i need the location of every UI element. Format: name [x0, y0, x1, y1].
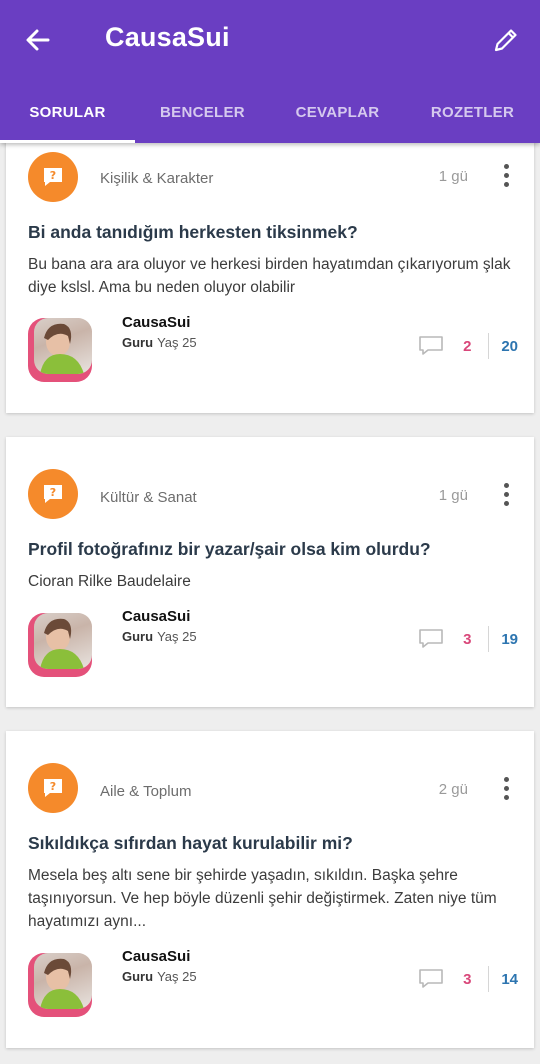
svg-text:?: ?	[50, 169, 56, 182]
comment-count[interactable]: 3	[458, 971, 476, 988]
post-card[interactable]: ? Kültür & Sanat 1 gü Profil fotoğrafını…	[6, 437, 534, 707]
author-rank: Guru	[122, 969, 154, 984]
post-stats: 2 20	[418, 332, 518, 360]
post-stats: 3 19	[418, 625, 518, 653]
app-bar: CausaSui SORULAR BENCELER CEVAPLAR ROZET…	[0, 0, 540, 143]
post-time: 1 gü	[438, 168, 468, 185]
post-body[interactable]: Cioran Rilke Baudelaire	[28, 570, 518, 593]
tab-sorular[interactable]: SORULAR	[0, 82, 135, 143]
author-rank: Guru	[122, 629, 154, 644]
comment-icon[interactable]	[418, 968, 444, 990]
page-title: CausaSui	[105, 22, 230, 52]
author-name[interactable]: CausaSui	[122, 314, 190, 331]
stats-divider	[488, 966, 490, 992]
post-body[interactable]: Mesela beş altı sene bir şehirde yaşadın…	[28, 864, 518, 933]
question-icon: ?	[28, 763, 78, 813]
comment-count[interactable]: 2	[458, 338, 476, 355]
post-category[interactable]: Aile & Toplum	[100, 783, 191, 800]
stats-divider	[488, 333, 490, 359]
author-rank: Guru	[122, 335, 154, 350]
author-meta: Guru Yaş 25	[122, 629, 197, 644]
tab-cevaplar[interactable]: CEVAPLAR	[270, 82, 405, 143]
vote-count[interactable]: 14	[501, 971, 518, 988]
author-name[interactable]: CausaSui	[122, 948, 190, 965]
author-age: Yaş 25	[157, 969, 197, 984]
more-options-icon[interactable]	[500, 777, 512, 803]
tab-bar: SORULAR BENCELER CEVAPLAR ROZETLER	[0, 82, 540, 143]
post-time: 1 gü	[438, 487, 468, 504]
comment-icon[interactable]	[418, 335, 444, 357]
post-body[interactable]: Bu bana ara ara oluyor ve herkesi birden…	[28, 253, 518, 299]
tab-benceler[interactable]: BENCELER	[135, 82, 270, 143]
author-meta: Guru Yaş 25	[122, 969, 197, 984]
svg-text:?: ?	[50, 486, 56, 499]
vote-count[interactable]: 20	[501, 338, 518, 355]
more-options-icon[interactable]	[500, 164, 512, 190]
avatar[interactable]	[28, 613, 92, 677]
tab-rozetler[interactable]: ROZETLER	[405, 82, 540, 143]
post-time: 2 gü	[438, 781, 468, 798]
avatar[interactable]	[28, 318, 92, 382]
vote-count[interactable]: 19	[501, 631, 518, 648]
svg-text:?: ?	[50, 780, 56, 793]
author-age: Yaş 25	[157, 629, 197, 644]
back-arrow-icon[interactable]	[22, 24, 54, 56]
post-stats: 3 14	[418, 965, 518, 993]
stats-divider	[488, 626, 490, 652]
author-age: Yaş 25	[157, 335, 197, 350]
author-meta: Guru Yaş 25	[122, 335, 197, 350]
question-icon: ?	[28, 152, 78, 202]
comment-icon[interactable]	[418, 628, 444, 650]
avatar[interactable]	[28, 953, 92, 1017]
post-title[interactable]: Bi anda tanıdığım herkesten tiksinmek?	[28, 222, 358, 243]
post-card[interactable]: ? Kişilik & Karakter 1 gü Bi anda tanıdı…	[6, 140, 534, 413]
post-category[interactable]: Kültür & Sanat	[100, 489, 197, 506]
question-icon: ?	[28, 469, 78, 519]
author-name[interactable]: CausaSui	[122, 608, 190, 625]
more-options-icon[interactable]	[500, 483, 512, 509]
post-card[interactable]: ? Aile & Toplum 2 gü Sıkıldıkça sıfırdan…	[6, 731, 534, 1048]
post-title[interactable]: Profil fotoğrafınız bir yazar/şair olsa …	[28, 539, 431, 560]
edit-pencil-icon[interactable]	[490, 24, 522, 56]
comment-count[interactable]: 3	[458, 631, 476, 648]
post-category[interactable]: Kişilik & Karakter	[100, 170, 213, 187]
post-title[interactable]: Sıkıldıkça sıfırdan hayat kurulabilir mi…	[28, 833, 353, 854]
